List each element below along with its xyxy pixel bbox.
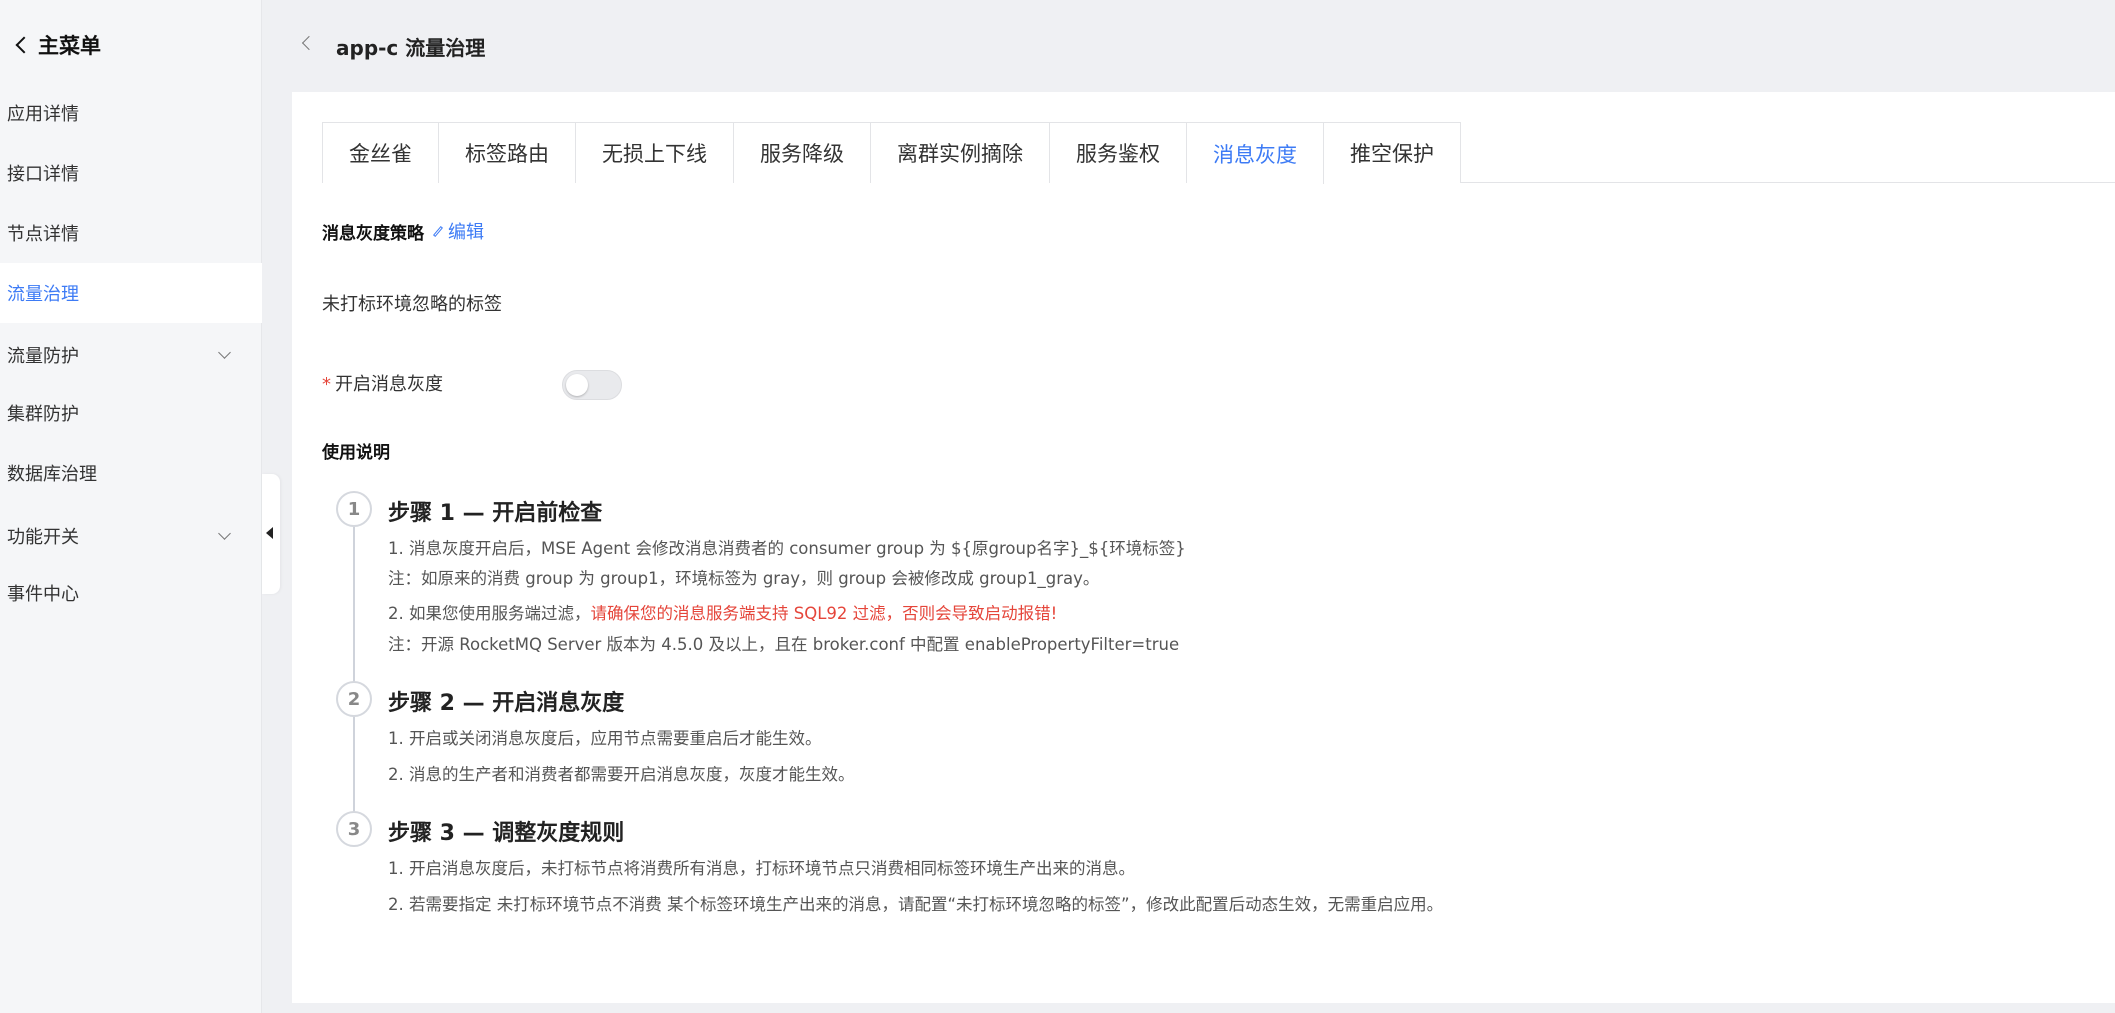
step-2-indicator: 2 (336, 681, 372, 717)
step-1-line-2: 注：如原来的消费 group 为 group1，环境标签为 gray，则 gro… (388, 569, 1100, 588)
tab-label: 服务降级 (760, 142, 844, 166)
tab-label: 无损上下线 (602, 142, 707, 166)
gray-switch-label: * 开启消息灰度 (322, 370, 443, 396)
edit-icon (432, 225, 444, 237)
tab-label: 金丝雀 (349, 142, 412, 166)
edit-link[interactable]: 编辑 (430, 218, 484, 244)
step-2-line-1: 1. 开启或关闭消息灰度后，应用节点需要重启后才能生效。 (388, 729, 822, 748)
caret-left-icon (266, 527, 273, 539)
tab-label: 推空保护 (1350, 142, 1434, 166)
tab-service-auth[interactable]: 服务鉴权 (1050, 123, 1187, 183)
sidebar-item-event-center[interactable]: 事件中心 (0, 563, 262, 623)
policy-title: 消息灰度策略 (322, 223, 424, 244)
required-mark: * (322, 374, 331, 395)
main-menu-title: 主菜单 (38, 34, 101, 58)
usage-title: 使用说明 (322, 443, 390, 463)
sidebar-item-database-governance[interactable]: 数据库治理 (0, 443, 262, 503)
tab-label: 消息灰度 (1213, 142, 1297, 167)
sidebar-item-label: 应用详情 (7, 104, 79, 125)
chevron-down-icon (218, 346, 231, 359)
sidebar-item-traffic-protection[interactable]: 流量防护 (0, 325, 262, 385)
sidebar-collapse-button[interactable] (262, 474, 280, 594)
tab-outlier-ejection[interactable]: 离群实例摘除 (871, 123, 1050, 183)
tab-tag-routing[interactable]: 标签路由 (439, 123, 576, 183)
sidebar-item-label: 功能开关 (7, 527, 79, 548)
sidebar-item-label: 流量治理 (7, 284, 79, 305)
tab-canary[interactable]: 金丝雀 (323, 123, 439, 183)
tab-label: 标签路由 (465, 142, 549, 166)
step-3-title: 步骤 3 — 调整灰度规则 (388, 821, 625, 846)
step-1-title: 步骤 1 — 开启前检查 (388, 501, 603, 526)
sidebar-item-label: 节点详情 (7, 224, 79, 245)
sidebar-item-feature-switch[interactable]: 功能开关 (0, 506, 262, 566)
page-header: app-c 流量治理 (262, 0, 2115, 92)
back-chevron-icon[interactable] (301, 35, 317, 51)
step-1-line-1: 1. 消息灰度开启后，MSE Agent 会修改消息消费者的 consumer … (388, 539, 1186, 558)
step-1-line-3: 2. 如果您使用服务端过滤，请确保您的消息服务端支持 SQL92 过滤，否则会导… (388, 600, 1057, 624)
sidebar-item-node-details[interactable]: 节点详情 (0, 203, 262, 263)
main-menu-back[interactable]: 主菜单 (14, 28, 101, 62)
step-3-indicator: 3 (336, 811, 372, 847)
sidebar-item-label: 数据库治理 (7, 464, 97, 485)
tab-label: 离群实例摘除 (897, 142, 1023, 166)
sidebar-item-cluster-protection[interactable]: 集群防护 (0, 383, 262, 443)
edit-label: 编辑 (448, 222, 484, 243)
step-2-line-2: 2. 消息的生产者和消费者都需要开启消息灰度，灰度才能生效。 (388, 765, 855, 784)
sidebar-item-app-details[interactable]: 应用详情 (0, 83, 262, 143)
step-1-warning: 请确保您的消息服务端支持 SQL92 过滤，否则会导致启动报错! (590, 604, 1058, 623)
tab-bar: 金丝雀 标签路由 无损上下线 服务降级 离群实例摘除 服务鉴权 消息灰度 推空保… (322, 122, 1461, 184)
ignored-tags-label: 未打标环境忽略的标签 (322, 294, 502, 315)
tab-empty-push-protection[interactable]: 推空保护 (1324, 123, 1461, 183)
sidebar-item-label: 流量防护 (7, 346, 79, 367)
step-2-title: 步骤 2 — 开启消息灰度 (388, 691, 625, 716)
step-1-line-4: 注：开源 RocketMQ Server 版本为 4.5.0 及以上，且在 br… (388, 635, 1180, 654)
sidebar: 主菜单 应用详情 接口详情 节点详情 流量治理 流量防护 集群防护 数据库治理 … (0, 0, 262, 1013)
sidebar-item-api-details[interactable]: 接口详情 (0, 143, 262, 203)
sidebar-item-label: 事件中心 (7, 584, 79, 605)
step-1-warn-prefix: 2. 如果您使用服务端过滤， (388, 604, 591, 623)
sidebar-item-traffic-governance[interactable]: 流量治理 (0, 263, 262, 323)
message-gray-toggle[interactable] (562, 370, 622, 400)
tab-service-degradation[interactable]: 服务降级 (734, 123, 871, 183)
page-title: app-c 流量治理 (336, 36, 486, 60)
step-3-line-1: 1. 开启消息灰度后，未打标节点将消费所有消息，打标环境节点只消费相同标签环境生… (388, 859, 1135, 878)
chevron-down-icon (218, 527, 231, 540)
chevron-left-icon (15, 36, 33, 54)
gray-switch-text: 开启消息灰度 (335, 374, 443, 395)
sidebar-item-label: 集群防护 (7, 404, 79, 425)
toggle-knob (566, 374, 588, 396)
tab-graceful-shutdown[interactable]: 无损上下线 (576, 123, 734, 183)
content-card: 金丝雀 标签路由 无损上下线 服务降级 离群实例摘除 服务鉴权 消息灰度 推空保… (292, 92, 2115, 1003)
tab-message-gray[interactable]: 消息灰度 (1187, 123, 1324, 184)
sidebar-item-label: 接口详情 (7, 164, 79, 185)
tab-label: 服务鉴权 (1076, 142, 1160, 166)
step-3-line-2: 2. 若需要指定 未打标环境节点不消费 某个标签环境生产出来的消息，请配置“未打… (388, 895, 1444, 914)
policy-title-row: 消息灰度策略 编辑 (322, 218, 484, 244)
step-1-indicator: 1 (336, 491, 372, 527)
